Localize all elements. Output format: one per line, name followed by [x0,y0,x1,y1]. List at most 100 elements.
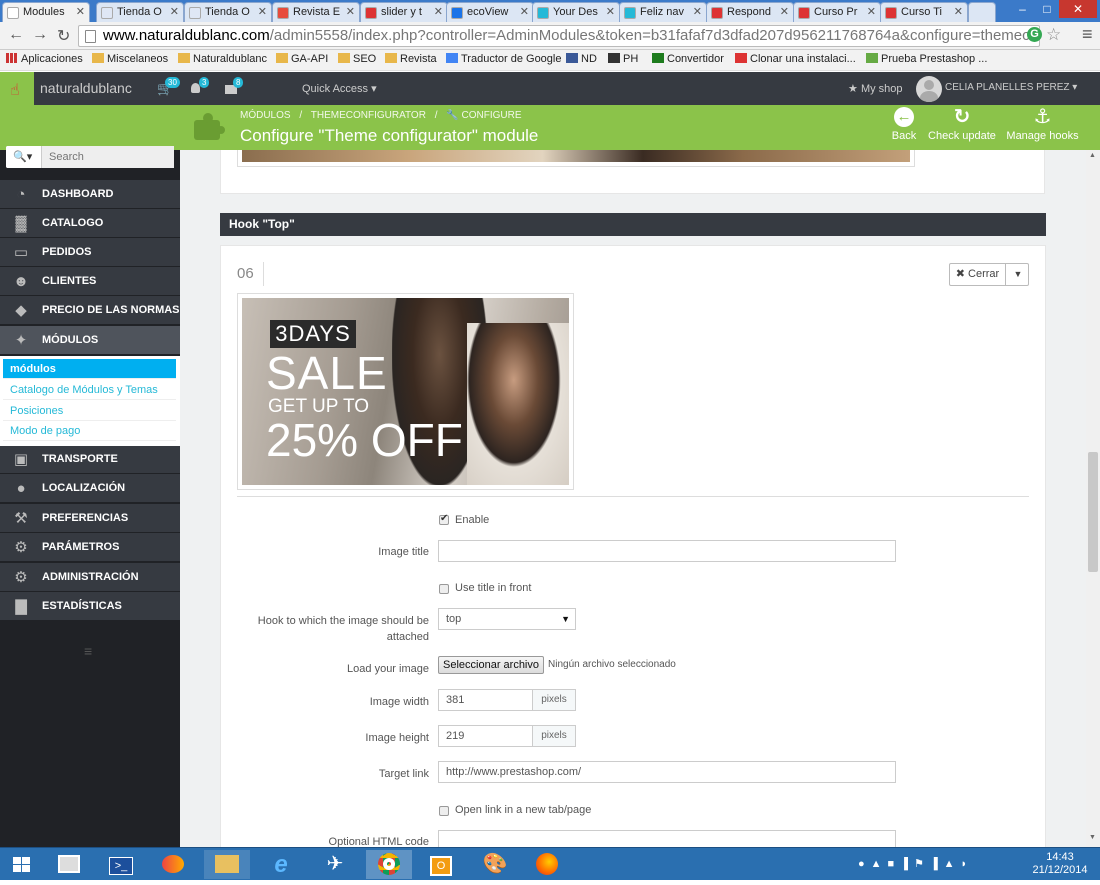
close-tab-icon[interactable]: ✕ [170,5,179,18]
close-tab-icon[interactable]: ✕ [434,5,443,18]
close-tab-icon[interactable]: ✕ [954,5,963,18]
google-extension-icon[interactable]: G [1027,27,1042,42]
browser-tab[interactable]: Feliz nav ✕ [619,2,707,22]
use-title-checkbox[interactable] [439,584,449,594]
minimize-button[interactable]: – [1010,0,1035,18]
submenu-item[interactable]: Posiciones [3,401,176,421]
collapse-sidebar-icon[interactable]: ≡ [84,643,92,659]
browser-tab[interactable]: Curso Ti ✕ [880,2,968,22]
close-tab-icon[interactable]: ✕ [520,5,529,18]
bookmark-apps[interactable]: Aplicaciones [6,53,83,65]
bookmark-link[interactable]: Prueba Prestashop ... [866,53,987,65]
new-tab-checkbox[interactable] [439,806,449,816]
search-input[interactable] [43,146,174,168]
bookmark-folder[interactable]: Naturaldublanc [178,53,267,65]
taskbar-firefox-icon[interactable] [524,850,570,879]
chrome-menu-icon[interactable]: ≡ [1082,24,1093,45]
scroll-thumb[interactable] [1088,452,1098,572]
hook-select[interactable]: top ▼ [438,608,576,630]
back-arrow-icon[interactable]: ← [8,26,24,44]
messages-notification[interactable]: 8 [225,77,244,95]
browser-tab[interactable]: Revista E ✕ [272,2,360,22]
manage-hooks-button[interactable]: ⚓ Manage hooks [1005,107,1080,142]
sidebar-item-parámetros-avanzados[interactable]: ⚙PARÁMETROS AVANZADOS [0,533,180,582]
browser-tab[interactable]: Tienda O ✕ [96,2,184,22]
bookmark-link[interactable]: ND [566,53,597,65]
sidebar-item-catalogo[interactable]: ▓ CATALOGO [0,209,180,238]
browser-tab[interactable]: Curso Pr ✕ [793,2,881,22]
close-tab-icon[interactable]: ✕ [258,5,267,18]
taskbar-chrome-icon[interactable] [366,850,412,879]
forward-arrow-icon[interactable]: → [32,26,48,44]
breadcrumb-modules[interactable]: MÓDULOS [240,110,291,121]
image-width-input[interactable]: 381 [438,689,533,711]
close-tab-icon[interactable]: ✕ [346,5,355,18]
sidebar-item-estadísticas[interactable]: ▇ ESTADÍSTICAS [0,592,180,621]
bookmark-folder[interactable]: Miscelaneos [92,53,168,65]
breadcrumb-themeconfigurator[interactable]: THEMECONFIGURATOR [311,110,426,121]
image-height-input[interactable]: 219 [438,725,533,747]
sidebar-item-localización[interactable]: ● LOCALIZACIÓN [0,474,180,504]
close-dropdown-toggle[interactable]: ▼ [1007,264,1029,285]
reload-icon[interactable]: ↻ [57,26,70,46]
sidebar-item-preferencias[interactable]: ⚒ PREFERENCIAS [0,503,180,533]
bookmark-folder[interactable]: SEO [338,53,376,65]
page-scrollbar[interactable]: ▲ ▼ [1086,150,1100,847]
close-tab-icon[interactable]: ✕ [76,5,85,18]
bookmark-folder[interactable]: GA-API [276,53,328,65]
back-button[interactable]: ← Back [885,107,923,142]
check-update-button[interactable]: ↻ Check update [928,107,996,142]
submenu-item[interactable]: Catalogo de Módulos y Temas [3,380,176,400]
shop-name[interactable]: naturaldublanc [40,80,132,96]
close-tab-icon[interactable]: ✕ [867,5,876,18]
browser-tab[interactable]: Tienda O ✕ [184,2,272,22]
sidebar-item-administración[interactable]: ⚙ ADMINISTRACIÓN [0,562,180,592]
bookmark-link[interactable]: Convertidor [652,53,724,65]
browser-tab[interactable]: slider y t ✕ [360,2,448,22]
browser-tab[interactable]: ecoView ✕ [446,2,534,22]
submenu-item[interactable]: módulos [3,359,176,379]
taskbar-shuttle-icon[interactable]: ✈ [312,850,358,879]
taskbar-ie-icon[interactable]: e [258,850,304,879]
url-input[interactable]: www.naturaldublanc.com/admin5558/index.p… [78,25,1040,47]
target-link-input[interactable]: http://www.prestashop.com/ [438,761,896,783]
search-filter-dropdown[interactable]: 🔍▾ [6,146,42,168]
taskbar-powershell-icon[interactable]: >_ [98,850,144,879]
taskbar-app-icon[interactable] [150,850,196,879]
taskbar-computer-icon[interactable] [46,850,92,879]
maximize-button[interactable]: □ [1035,0,1059,18]
bookmark-link[interactable]: Traductor de Google [446,53,561,65]
close-window-button[interactable]: ✕ [1059,0,1097,18]
avatar[interactable] [916,76,942,102]
sidebar-item-pedidos[interactable]: ▭ PEDIDOS [0,238,180,267]
sidebar-item-precio-de-las-normas[interactable]: ◆ PRECIO DE LAS NORMAS [0,296,180,325]
submenu-item[interactable]: Modo de pago [3,421,176,441]
quick-access-menu[interactable]: Quick Access ▾ [302,82,377,95]
bookmark-link[interactable]: Clonar una instalaci... [735,53,856,65]
close-tab-icon[interactable]: ✕ [606,5,615,18]
browser-tab[interactable]: Respond ✕ [706,2,794,22]
choose-file-button[interactable]: Seleccionar archivo [438,656,544,674]
sidebar-item-clientes[interactable]: ☻ CLIENTES [0,267,180,296]
image-title-input[interactable] [438,540,896,562]
scroll-down-arrow-icon[interactable]: ▼ [1089,834,1096,841]
clock[interactable]: 14:43 21/12/2014 [1030,851,1090,877]
sidebar-item-dashboard[interactable]: ◔ DASHBOARD [0,180,180,209]
breadcrumb-configure[interactable]: CONFIGURE [462,110,522,121]
start-button[interactable] [2,850,42,879]
close-button[interactable]: ✖ Cerrar [950,264,1006,285]
prestashop-logo[interactable]: ☝ [0,72,34,105]
browser-tab[interactable]: Your Des ✕ [532,2,620,22]
close-tab-icon[interactable]: ✕ [780,5,789,18]
system-tray-icons[interactable]: ●▲■▐⚑▐▲◗ [858,857,973,870]
customers-notification[interactable]: 3 [191,77,210,95]
close-tab-icon[interactable]: ✕ [693,5,702,18]
my-shop-link[interactable]: ★ My shop [848,82,903,95]
browser-tab[interactable]: Modules ✕ [2,2,90,22]
sidebar-item-módulos[interactable]: ✦ MÓDULOS [0,326,180,355]
new-tab-button[interactable] [968,2,996,22]
taskbar-paint-icon[interactable]: 🎨 [472,850,518,879]
taskbar-outlook-icon[interactable]: O [418,850,464,879]
bookmark-star-icon[interactable]: ☆ [1046,25,1061,45]
enable-checkbox[interactable]: ✔ [439,513,449,525]
